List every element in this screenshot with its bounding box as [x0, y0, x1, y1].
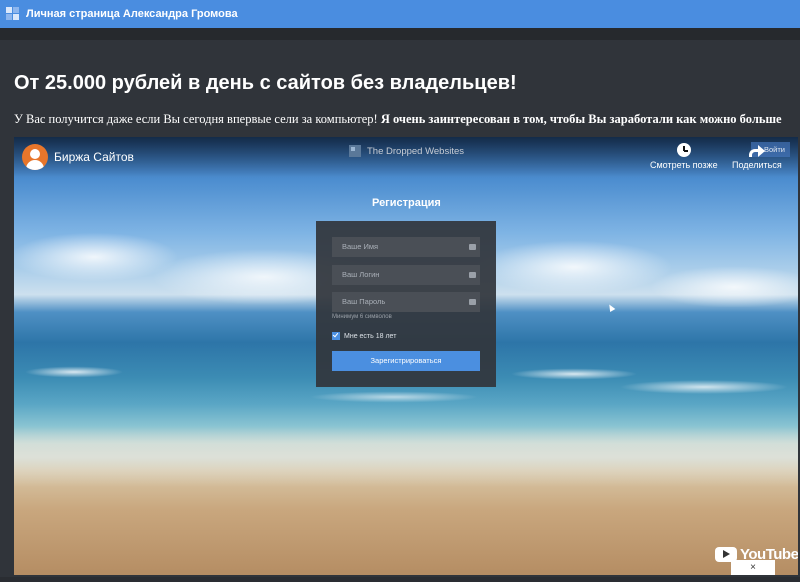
article-subline: У Вас получится даже если Вы сегодня впе…: [14, 112, 800, 127]
subline-normal-text: У Вас получится даже если Вы сегодня впе…: [14, 112, 381, 126]
login-field: Ваш Логин: [332, 265, 480, 285]
field-menu-icon: [469, 244, 476, 250]
video-frame-foam: [14, 427, 798, 487]
name-field: Ваше Имя: [332, 237, 480, 257]
registration-title: Регистрация: [372, 197, 441, 209]
watch-later-label: Смотреть позже: [650, 160, 718, 170]
share-label: Поделиться: [732, 160, 782, 170]
checkbox-checked-icon: [332, 332, 340, 340]
name-placeholder: Ваше Имя: [342, 242, 379, 251]
register-button: Зарегистрироваться: [332, 351, 480, 371]
field-menu-icon: [469, 299, 476, 305]
field-menu-icon: [469, 272, 476, 278]
video-title: The Dropped Websites: [349, 145, 464, 157]
subline-bold-text: Я очень заинтересован в том, чтобы Вы за…: [380, 112, 782, 126]
age-checkbox-label: Мне есть 18 лет: [344, 332, 397, 340]
page-bottom-edge: [0, 577, 800, 582]
channel-name-link[interactable]: Биржа Сайтов: [54, 150, 134, 164]
share-icon: [748, 143, 765, 157]
page-owner-title[interactable]: Личная страница Александра Громова: [26, 8, 238, 20]
password-field: Ваш Пароль: [332, 292, 480, 312]
video-title-text: The Dropped Websites: [367, 145, 464, 157]
top-bar: Личная страница Александра Громова: [0, 0, 800, 28]
article-headline: От 25.000 рублей в день с сайтов без вла…: [14, 72, 517, 94]
password-placeholder: Ваш Пароль: [342, 297, 386, 306]
age-checkbox: Мне есть 18 лет: [332, 332, 396, 340]
channel-avatar[interactable]: [22, 144, 48, 170]
overlay-close-button[interactable]: ×: [731, 560, 775, 575]
site-logo-icon[interactable]: [6, 7, 20, 21]
site-favicon-icon: [349, 145, 361, 157]
watch-later-button[interactable]: Смотреть позже: [650, 143, 718, 170]
login-placeholder: Ваш Логин: [342, 270, 380, 279]
clock-icon: [676, 143, 691, 157]
video-player[interactable]: Биржа Сайтов The Dropped Websites Войти …: [14, 137, 798, 575]
share-button[interactable]: Поделиться: [732, 143, 782, 170]
header-divider: [0, 28, 800, 40]
password-hint: Минимум 6 символов: [332, 314, 392, 320]
registration-form: Ваше Имя Ваш Логин Ваш Пароль Минимум 6 …: [316, 221, 496, 387]
